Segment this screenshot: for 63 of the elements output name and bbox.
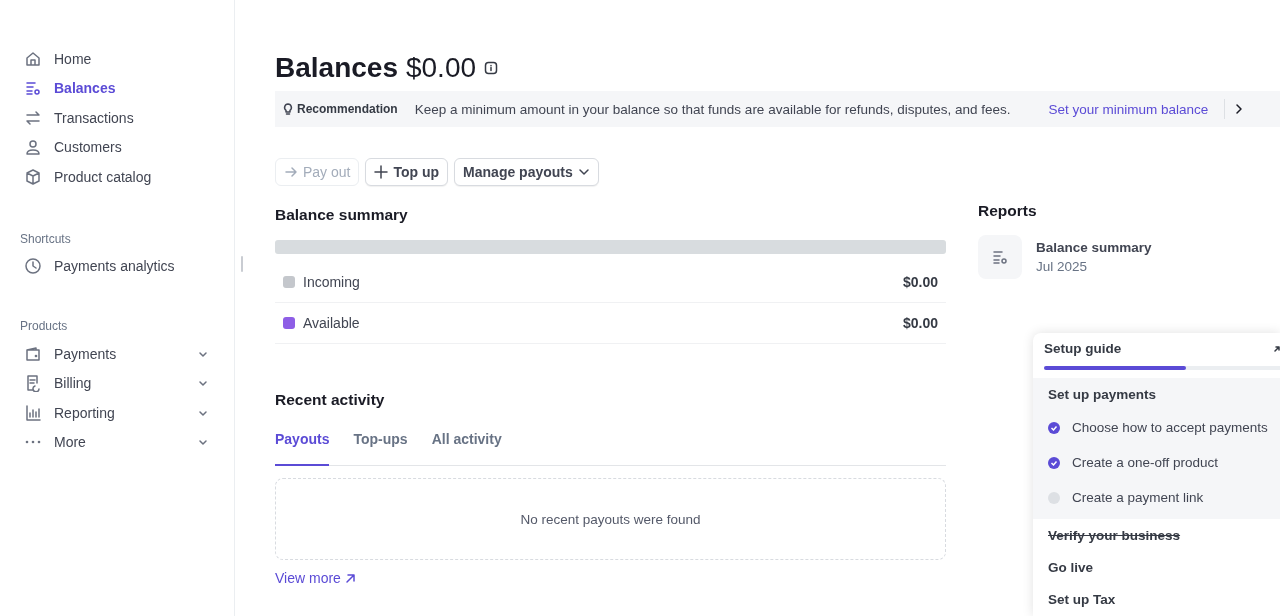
tab[interactable]: All activity [431, 431, 502, 466]
section-title: Balance summary [275, 206, 409, 224]
sidebar-item[interactable]: More [20, 427, 212, 457]
house-icon [24, 49, 42, 68]
section-heading: Products [20, 319, 69, 333]
report-title[interactable]: Balance summary [1036, 240, 1152, 255]
action-button[interactable]: Top up [365, 158, 449, 186]
step-title[interactable]: Set up Tax [1033, 583, 1280, 615]
step-title[interactable]: Go live [1033, 551, 1280, 583]
plus-icon [374, 165, 389, 179]
sidebar-item[interactable]: Customers [20, 132, 212, 162]
section-title: Reports [978, 202, 1038, 220]
legend-amount: $0.00 [902, 315, 938, 331]
tab[interactable]: Payouts [275, 431, 330, 466]
arrow-right-icon [284, 165, 298, 179]
sidebar-item[interactable]: Reporting [20, 398, 212, 428]
dots-icon [24, 440, 42, 445]
step-title[interactable]: Verify your business [1033, 519, 1280, 551]
chevron-down-icon [577, 166, 590, 178]
sidebar-item[interactable]: Transactions [20, 103, 212, 133]
receipt-icon [24, 374, 42, 393]
task-label[interactable]: Create a one-off product [1072, 455, 1219, 470]
list-icon [24, 79, 42, 98]
legend-label: Available [303, 315, 361, 331]
chevron-right-icon[interactable] [1235, 103, 1244, 115]
step-title[interactable]: Set up payments [1033, 378, 1280, 410]
sidebar-item[interactable]: Billing [20, 368, 212, 398]
task-label[interactable]: Choose how to accept payments [1072, 420, 1268, 435]
view-more-link[interactable]: View more [275, 570, 356, 586]
info-icon[interactable] [484, 61, 499, 75]
sidebar-item[interactable]: Product catalog [20, 162, 212, 192]
chevron-icon [198, 437, 208, 448]
list-icon [991, 248, 1009, 266]
task-label[interactable]: Create a payment link [1072, 490, 1204, 505]
collapse-icon[interactable] [1274, 344, 1280, 352]
bar-chart-icon [24, 403, 42, 422]
section-title: Recent activity [275, 391, 386, 409]
clock-icon [24, 257, 42, 276]
banner-link[interactable]: Set your minimum balance [1048, 101, 1209, 117]
section-heading: Shortcuts [20, 231, 72, 246]
tab[interactable]: Top-ups [353, 431, 408, 466]
sidebar-item[interactable]: Balances [20, 73, 212, 103]
dropdown-button[interactable]: Manage payouts [454, 158, 599, 186]
arrow-up-right-icon [344, 572, 356, 584]
sidebar-item[interactable]: Home [20, 44, 212, 74]
balance-amount: $0.00 [405, 52, 477, 84]
wallet-icon [24, 344, 42, 363]
legend-amount: $0.00 [902, 274, 938, 290]
sidebar-item[interactable]: Payments analytics [20, 251, 212, 281]
cube-icon [24, 167, 42, 186]
page-title: Balances [275, 52, 398, 84]
report-date: Jul 2025 [1036, 259, 1089, 274]
lightbulb-icon [283, 102, 293, 116]
arrows-icon [24, 108, 42, 127]
person-icon [24, 138, 42, 157]
chevron-icon [198, 378, 208, 389]
panel-title: Setup guide [1044, 340, 1122, 356]
legend-label: Incoming [303, 274, 361, 290]
banner-text: Keep a minimum amount in your balance so that funds are available for refunds, disputes, and fees. [414, 101, 1011, 117]
banner-label: Recommendation [297, 102, 398, 116]
sidebar-item[interactable]: Payments [20, 339, 212, 369]
empty-message: No recent payouts were found [520, 511, 701, 527]
resize-handle[interactable] [241, 256, 243, 272]
